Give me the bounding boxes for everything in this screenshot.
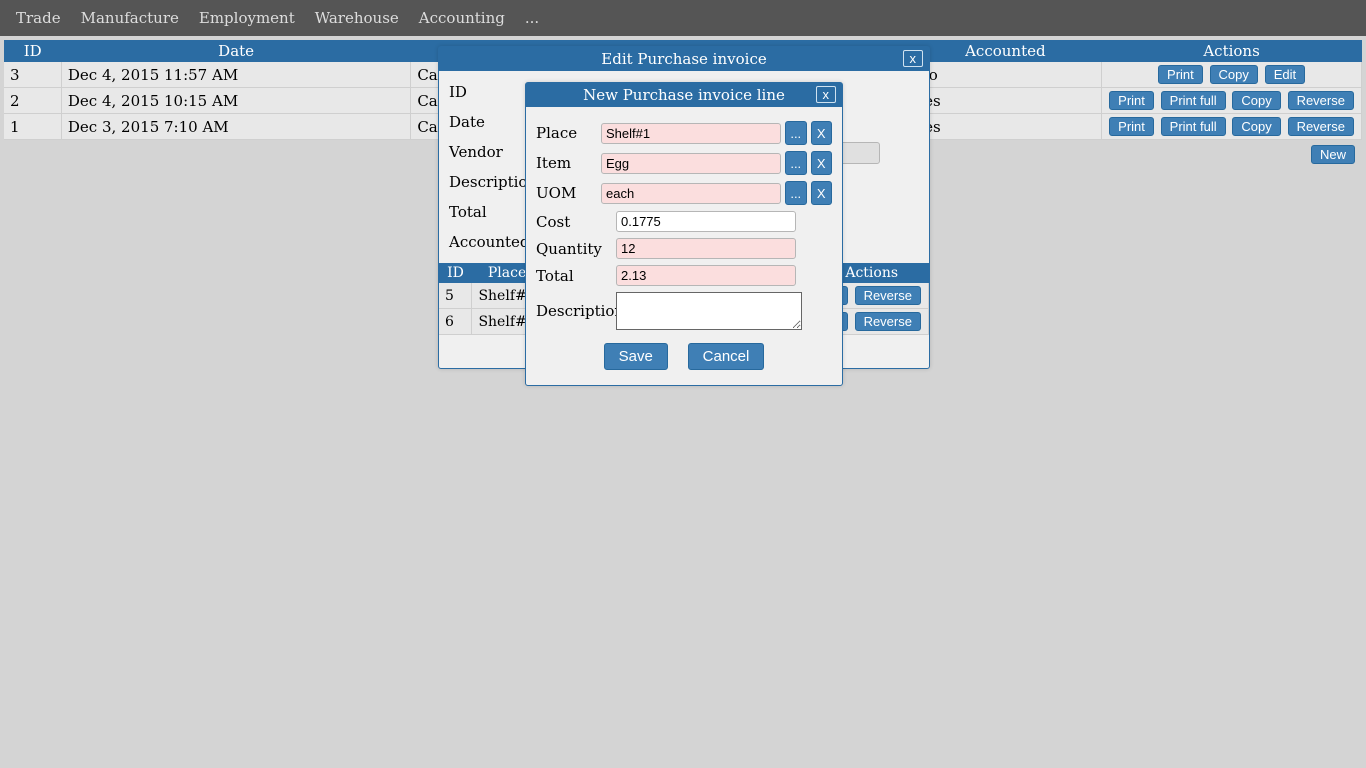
cell-date: Dec 3, 2015 7:10 AM	[61, 114, 410, 140]
lines-col-id[interactable]: ID	[439, 263, 472, 283]
menu-manufacture[interactable]: Manufacture	[71, 9, 189, 27]
print-full-button[interactable]: Print full	[1161, 117, 1226, 136]
menu-accounting[interactable]: Accounting	[409, 9, 515, 27]
label-cost: Cost	[536, 213, 616, 231]
line-reverse-button[interactable]: Reverse	[855, 286, 921, 305]
edit-dialog-close-button[interactable]: x	[903, 50, 924, 67]
input-place[interactable]	[601, 123, 781, 144]
line-dialog-title-text: New Purchase invoice line	[583, 86, 785, 104]
row-place: Place ... X	[536, 121, 832, 145]
line-dialog-buttons: Save Cancel	[536, 336, 832, 377]
menu-more[interactable]: ...	[515, 9, 549, 27]
cell-actions: Print Print full Copy Reverse	[1102, 114, 1362, 140]
new-line-dialog: New Purchase invoice line x Place ... X …	[525, 82, 843, 386]
menu-employment[interactable]: Employment	[189, 9, 305, 27]
input-description[interactable]	[616, 292, 802, 330]
line-id: 5	[439, 283, 472, 309]
row-total: Total	[536, 265, 832, 286]
copy-button[interactable]: Copy	[1210, 65, 1258, 84]
menu-warehouse[interactable]: Warehouse	[305, 9, 409, 27]
label-uom: UOM	[536, 184, 601, 202]
reverse-button[interactable]: Reverse	[1288, 117, 1354, 136]
print-button[interactable]: Print	[1109, 117, 1154, 136]
cell-id: 2	[4, 88, 61, 114]
cell-id: 1	[4, 114, 61, 140]
cell-date: Dec 4, 2015 11:57 AM	[61, 62, 410, 88]
cell-id: 3	[4, 62, 61, 88]
cell-date: Dec 4, 2015 10:15 AM	[61, 88, 410, 114]
clear-uom-button[interactable]: X	[811, 181, 833, 205]
input-uom[interactable]	[601, 183, 781, 204]
col-accounted[interactable]: Accounted	[909, 40, 1102, 62]
edit-vendor-text: Vendor	[449, 143, 503, 161]
print-full-button[interactable]: Print full	[1161, 91, 1226, 110]
line-dialog-close-button[interactable]: x	[816, 86, 837, 103]
cell-accounted: No	[909, 62, 1102, 88]
row-quantity: Quantity	[536, 238, 832, 259]
col-id[interactable]: ID	[4, 40, 61, 62]
copy-button[interactable]: Copy	[1232, 117, 1280, 136]
label-total: Total	[536, 267, 616, 285]
copy-button[interactable]: Copy	[1232, 91, 1280, 110]
label-place: Place	[536, 124, 601, 142]
line-id: 6	[439, 309, 472, 335]
clear-item-button[interactable]: X	[811, 151, 833, 175]
picker-item-button[interactable]: ...	[785, 151, 807, 175]
reverse-button[interactable]: Reverse	[1288, 91, 1354, 110]
label-description: Description	[536, 302, 616, 320]
new-invoice-button[interactable]: New	[1311, 145, 1355, 164]
print-button[interactable]: Print	[1158, 65, 1203, 84]
line-reverse-button[interactable]: Reverse	[855, 312, 921, 331]
input-total[interactable]	[616, 265, 796, 286]
cell-actions: Print Print full Copy Reverse	[1102, 88, 1362, 114]
print-button[interactable]: Print	[1109, 91, 1154, 110]
top-menubar: Trade Manufacture Employment Warehouse A…	[0, 0, 1366, 36]
edit-dialog-title: Edit Purchase invoice x	[439, 47, 929, 71]
input-item[interactable]	[601, 153, 781, 174]
row-item: Item ... X	[536, 151, 832, 175]
row-uom: UOM ... X	[536, 181, 832, 205]
save-button[interactable]: Save	[604, 343, 668, 370]
input-cost[interactable]	[616, 211, 796, 232]
cell-actions: Print Copy Edit	[1102, 62, 1362, 88]
cell-accounted: Yes	[909, 88, 1102, 114]
edit-button[interactable]: Edit	[1265, 65, 1305, 84]
row-cost: Cost	[536, 211, 832, 232]
row-description: Description	[536, 292, 832, 330]
col-actions[interactable]: Actions	[1102, 40, 1362, 62]
cancel-button[interactable]: Cancel	[688, 343, 765, 370]
label-item: Item	[536, 154, 601, 172]
clear-place-button[interactable]: X	[811, 121, 833, 145]
picker-place-button[interactable]: ...	[785, 121, 807, 145]
label-quantity: Quantity	[536, 240, 616, 258]
cell-accounted: Yes	[909, 114, 1102, 140]
col-date[interactable]: Date	[61, 40, 410, 62]
line-dialog-title: New Purchase invoice line x	[526, 83, 842, 107]
input-quantity[interactable]	[616, 238, 796, 259]
menu-trade[interactable]: Trade	[6, 9, 71, 27]
picker-uom-button[interactable]: ...	[785, 181, 807, 205]
line-dialog-body: Place ... X Item ... X UOM ... X Cost Qu…	[526, 107, 842, 385]
edit-dialog-title-text: Edit Purchase invoice	[601, 50, 766, 68]
